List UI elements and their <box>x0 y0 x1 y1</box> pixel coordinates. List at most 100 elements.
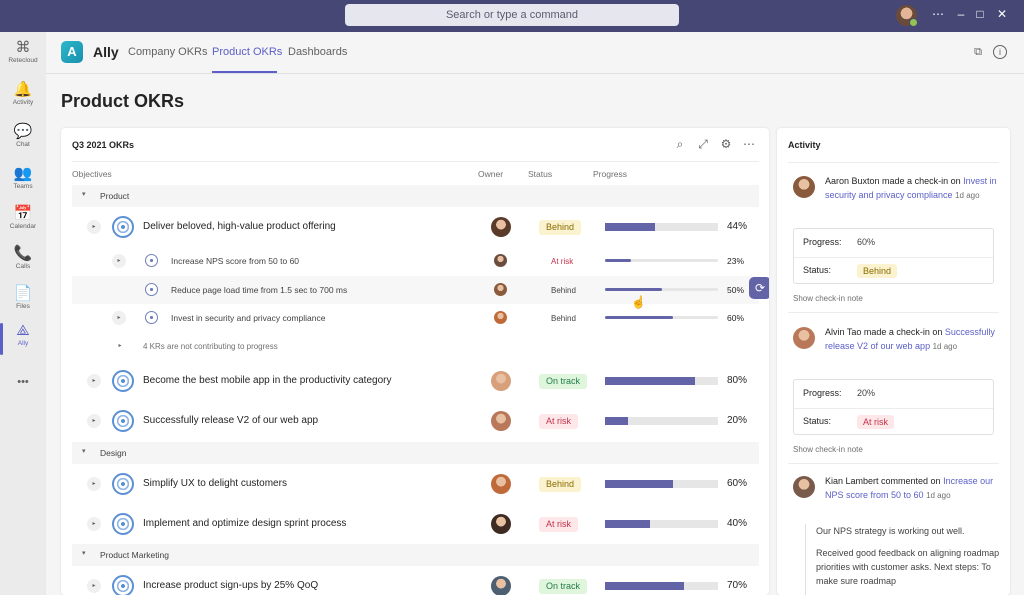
objective-row[interactable]: ▸ Become the best mobile app in the produ… <box>72 363 759 399</box>
kr-note-row[interactable]: ▸ 4 KRs are not contributing to progress <box>72 334 759 358</box>
rail-item-retecloud[interactable]: ⌘ Retecloud <box>0 36 46 76</box>
key-result-title[interactable]: Increase NPS score from 50 to 60 <box>171 256 299 266</box>
objective-title[interactable]: Simplify UX to delight customers <box>143 478 287 489</box>
progress-bar <box>605 582 718 590</box>
progress-percent: 60% <box>727 313 745 323</box>
show-checkin-note-link[interactable]: Show check-in note <box>793 445 863 454</box>
owner-avatar[interactable] <box>491 371 511 391</box>
expand-icon[interactable]: ▸ <box>112 254 126 268</box>
objective-title[interactable]: Implement and optimize design sprint pro… <box>143 518 346 529</box>
divider <box>788 463 999 464</box>
minimize-icon[interactable]: – <box>953 7 969 21</box>
rail-item-calls[interactable]: 📞 Calls <box>0 242 46 282</box>
more-options-icon[interactable]: ⋯ <box>930 7 946 21</box>
rail-item-teams[interactable]: 👥 Teams <box>0 162 46 202</box>
status-label: Status: <box>803 416 832 426</box>
expand-icon[interactable]: ▸ <box>87 374 101 388</box>
author-avatar[interactable] <box>793 327 815 349</box>
key-result-row[interactable]: ▸ Invest in security and privacy complian… <box>72 304 759 332</box>
activity-author[interactable]: Alvin Tao <box>825 327 861 337</box>
expand-icon[interactable]: ▸ <box>112 311 126 325</box>
expand-icon[interactable]: ▸ <box>87 414 101 428</box>
chevron-down-icon[interactable]: ▾ <box>82 549 86 557</box>
rail-item-label: Chat <box>16 141 30 148</box>
popout-icon[interactable]: ⧉ <box>971 45 985 59</box>
expand-icon[interactable]: ▸ <box>87 517 101 531</box>
group-header[interactable]: ▾ Product <box>72 185 759 207</box>
progress-percent: 23% <box>727 256 745 266</box>
owner-avatar[interactable] <box>491 514 511 534</box>
activity-icon: 🔔 <box>13 81 33 98</box>
user-avatar[interactable] <box>896 5 918 27</box>
expand-icon[interactable]: ▸ <box>87 477 101 491</box>
info-icon[interactable]: i <box>993 45 1007 59</box>
key-result-row[interactable]: ▸ Increase NPS score from 50 to 60 At risk… <box>72 247 759 275</box>
objective-row[interactable]: ▸ Implement and optimize design sprint pr… <box>72 506 759 542</box>
tab-company-okrs[interactable]: Company OKRs <box>128 46 207 58</box>
key-result-title[interactable]: Reduce page load time from 1.5 sec to 70… <box>171 285 347 295</box>
author-avatar[interactable] <box>793 476 815 498</box>
rail-item-ally[interactable]: ⟁ Ally <box>0 319 46 359</box>
key-result-title[interactable]: Invest in security and privacy complianc… <box>171 313 326 323</box>
expand-icon[interactable]: ▸ <box>87 220 101 234</box>
expand-icon[interactable]: ▸ <box>113 339 127 353</box>
chevron-down-icon[interactable]: ▾ <box>82 447 86 455</box>
owner-avatar[interactable] <box>494 311 507 324</box>
owner-avatar[interactable] <box>494 254 507 267</box>
rail-item-chat[interactable]: 💬 Chat <box>0 120 46 160</box>
okr-panel: Q3 2021 OKRs ⌕ ⤢ ⚙ ⋯ Objectives Owner St… <box>61 128 769 595</box>
progress-bar-fill <box>605 582 685 590</box>
rail-item-files[interactable]: 📄 Files <box>0 282 46 322</box>
progress-percent: 80% <box>727 375 748 386</box>
activity-author[interactable]: Aaron Buxton <box>825 176 880 186</box>
objective-row[interactable]: ▸ Simplify UX to delight customers Behind 6… <box>72 466 759 502</box>
objective-row[interactable]: ▸ Increase product sign-ups by 25% QoQ On … <box>72 568 759 595</box>
activity-author[interactable]: Kian Lambert <box>825 476 879 486</box>
progress-bar <box>605 417 718 425</box>
owner-avatar[interactable] <box>491 217 511 237</box>
activity-headline: Kian Lambert commented on Increase our N… <box>825 474 1000 503</box>
activity-title: Activity <box>788 140 821 150</box>
objective-title[interactable]: Increase product sign-ups by 25% QoQ <box>143 580 318 591</box>
owner-avatar[interactable] <box>491 474 511 494</box>
group-header[interactable]: ▾ Product Marketing <box>72 544 759 566</box>
search-icon[interactable]: ⌕ <box>673 137 687 152</box>
objective-title[interactable]: Deliver beloved, high-value product offe… <box>143 221 336 232</box>
key-result-row[interactable]: Reduce page load time from 1.5 sec to 70… <box>72 276 769 304</box>
objective-title[interactable]: Successfully release V2 of our web app <box>143 415 318 426</box>
maximize-icon[interactable]: □ <box>972 7 988 21</box>
status-badge: Behind <box>539 220 582 235</box>
page-title: Product OKRs <box>61 91 185 111</box>
owner-avatar[interactable] <box>491 576 511 595</box>
status-badge: Behind <box>551 286 576 295</box>
chevron-down-icon[interactable]: ▾ <box>82 190 86 198</box>
tab-dashboards[interactable]: Dashboards <box>288 46 347 58</box>
tab-product-okrs[interactable]: Product OKRs <box>212 46 282 58</box>
objective-row[interactable]: ▸ Successfully release V2 of our web app A… <box>72 403 759 439</box>
close-icon[interactable]: ✕ <box>994 7 1010 21</box>
activity-headline: Alvin Tao made a check-in on Successfull… <box>825 325 1000 354</box>
more-apps-icon[interactable]: ••• <box>0 372 46 412</box>
search-input[interactable]: Search or type a command <box>345 4 679 26</box>
settings-icon[interactable]: ⚙ <box>719 137 733 151</box>
progress-bar-fill <box>605 259 631 262</box>
owner-avatar[interactable] <box>491 411 511 431</box>
show-checkin-note-link[interactable]: Show check-in note <box>793 294 863 303</box>
comment-body: Our NPS strategy is working out well. Rec… <box>805 524 1000 595</box>
progress-percent: 44% <box>727 221 748 232</box>
expand-icon[interactable]: ⤢ <box>696 137 710 152</box>
expand-icon[interactable]: ▸ <box>87 579 101 593</box>
status-badge: Behind <box>551 314 576 323</box>
objective-title[interactable]: Become the best mobile app in the produc… <box>143 375 391 386</box>
author-avatar[interactable] <box>793 176 815 198</box>
check-in-button[interactable]: ⟳ <box>749 277 769 299</box>
ally-icon: ⟁ <box>16 322 30 339</box>
group-header[interactable]: ▾ Design <box>72 442 759 464</box>
rail-item-calendar[interactable]: 📅 Calendar <box>0 202 46 242</box>
owner-avatar[interactable] <box>494 283 507 296</box>
objective-row[interactable]: ▸ Deliver beloved, high-value product off… <box>72 209 759 245</box>
activity-action: commented on <box>878 476 944 486</box>
rail-item-activity[interactable]: 🔔 Activity <box>0 78 46 118</box>
rail-item-label: Files <box>16 303 30 310</box>
more-icon[interactable]: ⋯ <box>742 137 756 151</box>
